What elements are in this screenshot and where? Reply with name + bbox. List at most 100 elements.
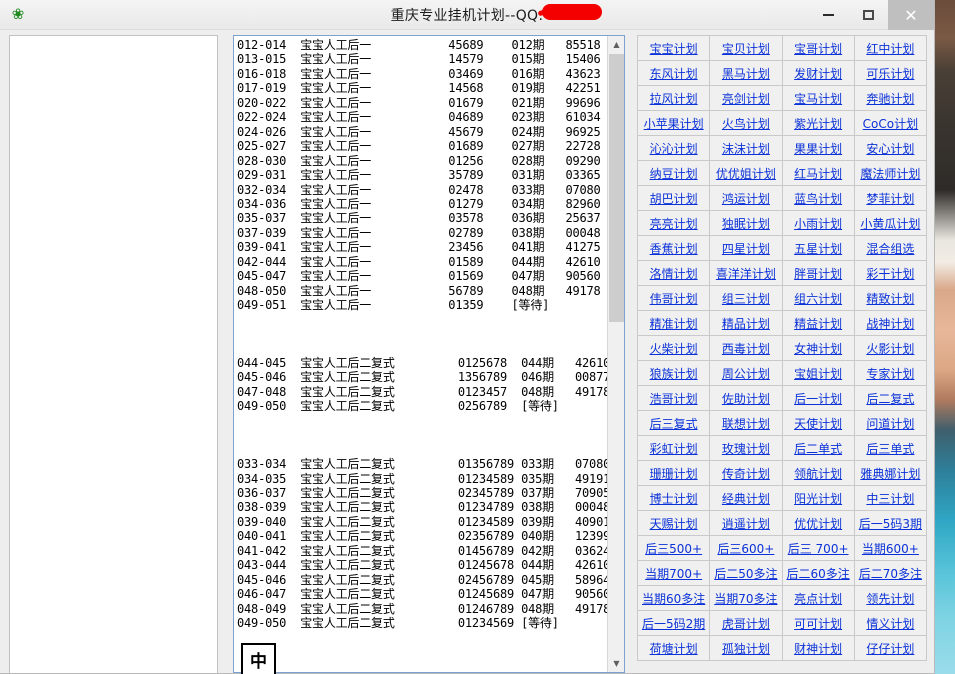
plan-button[interactable]: 玫瑰计划 [710,436,781,460]
plan-button[interactable]: 安心计划 [855,136,926,160]
plan-button[interactable]: 后三 700+ [783,536,854,560]
plan-button[interactable]: 精准计划 [638,311,709,335]
plan-button[interactable]: 组六计划 [783,286,854,310]
plan-button[interactable]: 洛情计划 [638,261,709,285]
plan-button[interactable]: 孤独计划 [710,636,781,660]
plan-button[interactable]: 组三计划 [710,286,781,310]
plan-button[interactable]: 珊珊计划 [638,461,709,485]
plan-button[interactable]: 战神计划 [855,311,926,335]
plan-button[interactable]: 后三复式 [638,411,709,435]
plan-button[interactable]: CoCo计划 [855,111,926,135]
plan-button[interactable]: 虎哥计划 [710,611,781,635]
plan-button[interactable]: 可可计划 [783,611,854,635]
plan-button[interactable]: 果果计划 [783,136,854,160]
plan-button[interactable]: 后二60多注 [783,561,854,585]
plan-button[interactable]: 香蕉计划 [638,236,709,260]
plan-button[interactable]: 精益计划 [783,311,854,335]
plan-button[interactable]: 当期700+ [638,561,709,585]
plan-button[interactable]: 小苹果计划 [638,111,709,135]
plan-button[interactable]: 沫沫计划 [710,136,781,160]
scrollbar-thumb[interactable] [609,54,624,322]
plan-button[interactable]: 荷塘计划 [638,636,709,660]
plan-button[interactable]: 纳豆计划 [638,161,709,185]
plan-button[interactable]: 五星计划 [783,236,854,260]
plan-button[interactable]: 博士计划 [638,486,709,510]
plan-button[interactable]: 当期600+ [855,536,926,560]
plan-button[interactable]: 情义计划 [855,611,926,635]
plan-button[interactable]: 紫光计划 [783,111,854,135]
plan-button[interactable]: 亮亮计划 [638,211,709,235]
plan-button[interactable]: 后三500+ [638,536,709,560]
plan-button[interactable]: 火影计划 [855,336,926,360]
scroll-down-arrow[interactable]: ▼ [608,655,625,672]
plan-button[interactable]: 狼族计划 [638,361,709,385]
plan-button[interactable]: 后一计划 [783,386,854,410]
plan-button[interactable]: 后三单式 [855,436,926,460]
plan-button[interactable]: 四星计划 [710,236,781,260]
plan-button[interactable]: 经典计划 [710,486,781,510]
plan-button[interactable]: 当期70多注 [710,586,781,610]
plan-button[interactable]: 女神计划 [783,336,854,360]
plan-button[interactable]: 雅典娜计划 [855,461,926,485]
plan-button[interactable]: 传奇计划 [710,461,781,485]
plan-button[interactable]: 天赐计划 [638,511,709,535]
plan-button[interactable]: 仔仔计划 [855,636,926,660]
plan-button[interactable]: 混合组选 [855,236,926,260]
plan-button[interactable]: 后一5码3期 [855,511,926,535]
plan-button[interactable]: 宝姐计划 [783,361,854,385]
plan-button[interactable]: 问道计划 [855,411,926,435]
ime-mode-indicator[interactable]: 中 [241,643,276,674]
plan-button[interactable]: 当期60多注 [638,586,709,610]
plan-button[interactable]: 宝哥计划 [783,36,854,60]
plan-button[interactable]: 亮点计划 [783,586,854,610]
plan-listing-text[interactable]: 012-014 宝宝人工后一 45689 012期 85518 中013-015… [234,36,607,672]
plan-button[interactable]: 精致计划 [855,286,926,310]
plan-button[interactable]: 火柴计划 [638,336,709,360]
scroll-up-arrow[interactable]: ▲ [608,36,625,53]
plan-button[interactable]: 黑马计划 [710,61,781,85]
plan-button[interactable]: 优优计划 [783,511,854,535]
plan-button[interactable]: 后二单式 [783,436,854,460]
plan-button[interactable]: 后二70多注 [855,561,926,585]
plan-button[interactable]: 沁沁计划 [638,136,709,160]
title-bar[interactable]: ❀ 重庆专业挂机计划--QQ: ✕ [0,0,934,30]
plan-button[interactable]: 胡巴计划 [638,186,709,210]
plan-button[interactable]: 周公计划 [710,361,781,385]
plan-button[interactable]: 亮剑计划 [710,86,781,110]
plan-button[interactable]: 发财计划 [783,61,854,85]
plan-button[interactable]: 后三600+ [710,536,781,560]
plan-button[interactable]: 后一5码2期 [638,611,709,635]
plan-button[interactable]: 胖哥计划 [783,261,854,285]
plan-button[interactable]: 红中计划 [855,36,926,60]
plan-button[interactable]: 阳光计划 [783,486,854,510]
listing-scrollbar[interactable]: ▲ ▼ [607,36,624,672]
plan-button[interactable]: 联想计划 [710,411,781,435]
plan-button[interactable]: 独眠计划 [710,211,781,235]
plan-button[interactable]: 领航计划 [783,461,854,485]
plan-button[interactable]: 小雨计划 [783,211,854,235]
plan-button[interactable]: 宝宝计划 [638,36,709,60]
close-button[interactable]: ✕ [888,0,934,30]
plan-button[interactable]: 优优姐计划 [710,161,781,185]
plan-button[interactable]: 逍遥计划 [710,511,781,535]
plan-button[interactable]: 梦菲计划 [855,186,926,210]
plan-button[interactable]: 财神计划 [783,636,854,660]
plan-button[interactable]: 鸿运计划 [710,186,781,210]
plan-button[interactable]: 天使计划 [783,411,854,435]
plan-button[interactable]: 奔驰计划 [855,86,926,110]
plan-button[interactable]: 可乐计划 [855,61,926,85]
plan-button[interactable]: 后二复式 [855,386,926,410]
plan-button[interactable]: 中三计划 [855,486,926,510]
plan-button[interactable]: 领先计划 [855,586,926,610]
plan-button[interactable]: 浩哥计划 [638,386,709,410]
plan-button[interactable]: 小黄瓜计划 [855,211,926,235]
plan-button[interactable]: 火鸟计划 [710,111,781,135]
plan-button[interactable]: 东风计划 [638,61,709,85]
plan-button[interactable]: 伟哥计划 [638,286,709,310]
plan-button[interactable]: 红马计划 [783,161,854,185]
plan-button[interactable]: 蓝鸟计划 [783,186,854,210]
maximize-button[interactable] [848,0,888,30]
plan-button[interactable]: 佐助计划 [710,386,781,410]
plan-button[interactable]: 彩干计划 [855,261,926,285]
plan-button[interactable]: 西毒计划 [710,336,781,360]
